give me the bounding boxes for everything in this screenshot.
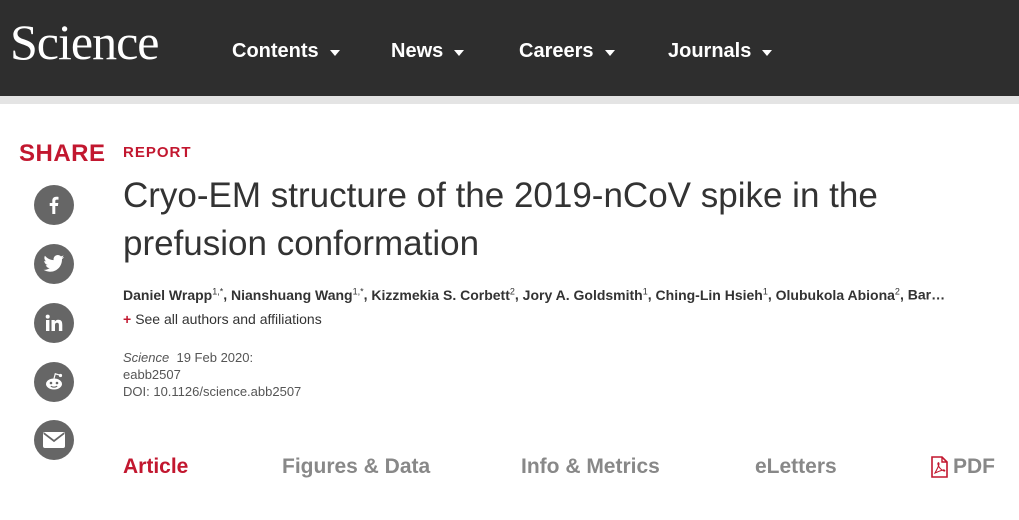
science-logo[interactable]: Science bbox=[10, 14, 159, 70]
author-link[interactable]: Nianshuang Wang1,* bbox=[231, 286, 364, 303]
author-link[interactable]: Bar… bbox=[908, 287, 945, 303]
see-all-authors-link[interactable]: + See all authors and affiliations bbox=[123, 311, 322, 327]
twitter-icon bbox=[43, 255, 65, 272]
share-reddit-button[interactable] bbox=[34, 362, 74, 402]
article-type-label: REPORT bbox=[123, 144, 192, 161]
chevron-down-icon bbox=[762, 50, 773, 56]
nav-news[interactable]: News bbox=[391, 40, 465, 63]
email-icon bbox=[43, 432, 65, 448]
reddit-icon bbox=[46, 373, 63, 390]
linkedin-icon bbox=[45, 314, 63, 331]
nav-careers-label: Careers bbox=[519, 40, 594, 62]
author-list: Daniel Wrapp1,*, Nianshuang Wang1,*, Kiz… bbox=[123, 286, 946, 303]
pdf-label: PDF bbox=[953, 455, 995, 478]
share-email-button[interactable] bbox=[34, 420, 74, 460]
author-link[interactable]: Kizzmekia S. Corbett2 bbox=[371, 286, 515, 303]
author-link[interactable]: Olubukola Abiona2 bbox=[776, 286, 900, 303]
nav-journals-label: Journals bbox=[668, 40, 752, 62]
citation-date: 19 Feb 2020: bbox=[176, 350, 254, 365]
author-link[interactable]: Daniel Wrapp1,* bbox=[123, 286, 223, 303]
chevron-down-icon bbox=[329, 50, 340, 56]
nav-journals[interactable]: Journals bbox=[668, 40, 773, 63]
nav-news-label: News bbox=[391, 40, 444, 62]
article-title: Cryo-EM structure of the 2019-nCoV spike… bbox=[123, 176, 878, 263]
citation-id: eabb2507 bbox=[123, 367, 181, 382]
chevron-down-icon bbox=[604, 50, 615, 56]
chevron-down-icon bbox=[454, 50, 465, 56]
author-link[interactable]: Ching-Lin Hsieh1 bbox=[656, 286, 768, 303]
tab-info-metrics[interactable]: Info & Metrics bbox=[521, 455, 660, 479]
citation-block: Science 19 Feb 2020: eabb2507 DOI: 10.11… bbox=[123, 349, 301, 400]
plus-icon: + bbox=[123, 311, 132, 327]
facebook-icon bbox=[49, 196, 59, 214]
tab-eletters[interactable]: eLetters bbox=[755, 455, 837, 479]
article-tabs: Article Figures & Data Info & Metrics eL… bbox=[123, 455, 999, 485]
share-facebook-button[interactable] bbox=[34, 185, 74, 225]
author-link[interactable]: Jory A. Goldsmith1 bbox=[523, 286, 648, 303]
tab-figures-data[interactable]: Figures & Data bbox=[282, 455, 430, 479]
citation-doi: DOI: 10.1126/science.abb2507 bbox=[123, 384, 302, 399]
share-twitter-button[interactable] bbox=[34, 244, 74, 284]
nav-contents[interactable]: Contents bbox=[232, 40, 340, 63]
share-linkedin-button[interactable] bbox=[34, 303, 74, 343]
pdf-button[interactable]: PDF bbox=[929, 455, 995, 479]
tab-article[interactable]: Article bbox=[123, 455, 188, 479]
nav-careers[interactable]: Careers bbox=[519, 40, 615, 63]
see-all-authors-label: See all authors and affiliations bbox=[135, 311, 322, 327]
header-divider bbox=[0, 96, 1019, 104]
share-title: SHARE bbox=[19, 140, 106, 167]
pdf-icon bbox=[931, 456, 948, 478]
citation-journal: Science bbox=[123, 350, 170, 365]
nav-contents-label: Contents bbox=[232, 40, 319, 62]
site-header: Science Contents News Careers Journals bbox=[0, 0, 1019, 96]
